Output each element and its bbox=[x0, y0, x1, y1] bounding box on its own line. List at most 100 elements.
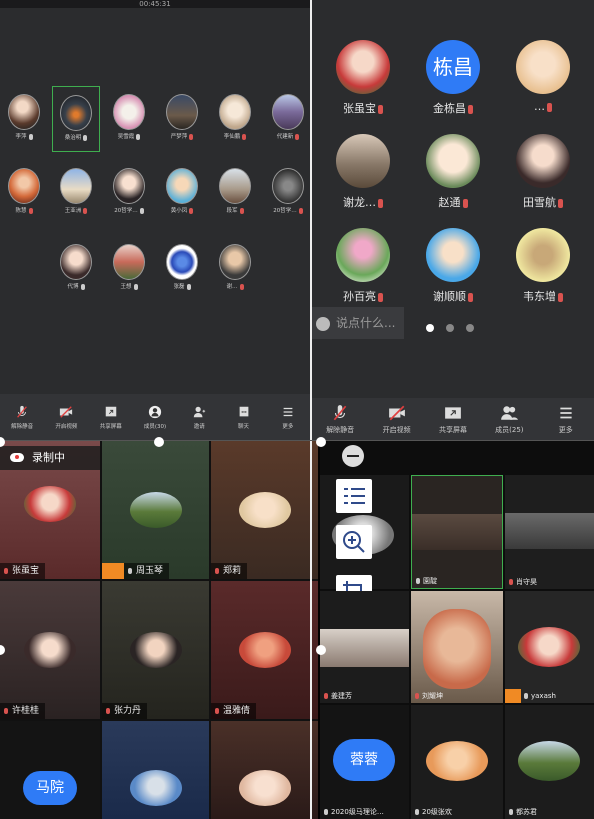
video-tile[interactable]: 张力丹 bbox=[102, 581, 209, 719]
resize-handle[interactable] bbox=[316, 645, 326, 655]
participant-tile[interactable]: 王亚洲 bbox=[52, 168, 100, 214]
video-tile-active[interactable]: 園靛 bbox=[411, 475, 503, 589]
participant-tile[interactable]: 李萍 bbox=[0, 94, 48, 140]
video-feed bbox=[423, 609, 491, 689]
participant-name: 陈慧 bbox=[15, 208, 27, 214]
video-tile[interactable]: 马院 bbox=[0, 721, 100, 819]
video-tile[interactable]: yaxash bbox=[505, 591, 594, 703]
zoom-out-button[interactable] bbox=[342, 445, 364, 467]
toolbar-label: 成员(30) bbox=[143, 423, 167, 430]
participant-tile[interactable]: 栋昌 金栋昌 bbox=[412, 40, 494, 116]
meeting-toolbar: 解除静音 开启视频 共享屏幕 成员(25) 更多 bbox=[312, 398, 594, 440]
more-button[interactable]: 更多 bbox=[543, 404, 589, 435]
page-dot[interactable] bbox=[446, 324, 454, 332]
list-icon bbox=[344, 488, 365, 504]
chat-input[interactable]: 说点什么... bbox=[312, 307, 404, 339]
participant-name: 園靛 bbox=[423, 577, 437, 585]
avatar bbox=[426, 134, 480, 188]
page-dot-active[interactable] bbox=[426, 324, 434, 332]
avatar bbox=[113, 94, 145, 130]
video-tile[interactable]: 周玉琴 bbox=[102, 441, 209, 579]
video-tile[interactable]: 都苏君 bbox=[505, 705, 594, 819]
participant-tile[interactable]: 王想 bbox=[105, 244, 153, 290]
share-screen-button[interactable]: 共享屏幕 bbox=[94, 405, 128, 430]
avatar bbox=[166, 244, 198, 280]
video-tile[interactable]: 刘耀坤 bbox=[411, 591, 503, 703]
video-tile[interactable] bbox=[102, 721, 209, 819]
avatar bbox=[8, 94, 40, 130]
start-video-button[interactable]: 开启视频 bbox=[374, 404, 420, 435]
participant-tile[interactable]: 陈慧 bbox=[0, 168, 48, 214]
participant-tile[interactable]: 田雪航 bbox=[502, 134, 584, 210]
unmute-button[interactable]: 解除静音 bbox=[5, 405, 39, 430]
video-tile[interactable]: 许桂桂 bbox=[0, 581, 100, 719]
participant-name: 张磊 bbox=[173, 284, 185, 290]
chat-button[interactable]: 聊天 bbox=[227, 405, 261, 430]
participant-tile[interactable]: 张虽宝 bbox=[322, 40, 404, 116]
toolbar-label: 更多 bbox=[282, 423, 294, 430]
zoom-in-button[interactable] bbox=[336, 525, 372, 559]
participant-tile[interactable]: 谢龙… bbox=[322, 134, 404, 210]
participant-name: 田雪航 bbox=[523, 196, 556, 209]
avatar: 马院 bbox=[23, 770, 77, 805]
members-button[interactable]: 成员(30) bbox=[138, 405, 172, 430]
participant-tile[interactable]: 韦东增 bbox=[502, 228, 584, 304]
participant-tile[interactable]: … bbox=[502, 40, 584, 113]
start-video-button[interactable]: 开启视频 bbox=[49, 405, 83, 430]
invite-button[interactable]: 邀请 bbox=[182, 405, 216, 430]
participant-tile[interactable]: 张磊 bbox=[158, 244, 206, 290]
members-button[interactable]: 成员(25) bbox=[486, 404, 532, 435]
toolbar-label: 解除静音 bbox=[326, 425, 355, 434]
avatar bbox=[516, 40, 570, 94]
mic-muted-icon bbox=[462, 198, 468, 208]
participant-name: 王亚洲 bbox=[64, 208, 82, 214]
mic-muted-icon bbox=[106, 707, 110, 714]
participant-tile[interactable]: 严梦萍 bbox=[158, 94, 206, 140]
video-tile[interactable]: 温雅倩 bbox=[211, 581, 318, 719]
participant-name: 20级张欢 bbox=[422, 808, 452, 816]
participant-name: 李仙鹏 bbox=[223, 134, 241, 140]
participant-name: 王想 bbox=[120, 284, 132, 290]
participant-tile-active[interactable]: 桑治明 bbox=[52, 86, 100, 152]
video-tile[interactable]: 郑莉 bbox=[211, 441, 318, 579]
participant-name: 代博 bbox=[67, 284, 79, 290]
mic-muted-icon bbox=[189, 133, 194, 140]
video-tile[interactable] bbox=[211, 721, 318, 819]
mic-muted-icon bbox=[331, 404, 349, 422]
participant-tile[interactable]: 代博 bbox=[52, 244, 100, 290]
participant-tile[interactable]: 20哲学… bbox=[264, 168, 310, 214]
participant-name: 桑治明 bbox=[64, 135, 82, 141]
participant-tile[interactable]: 段军 bbox=[211, 168, 259, 214]
participant-tile[interactable]: 吴雪霞 bbox=[105, 94, 153, 140]
share-screen-button[interactable]: 共享屏幕 bbox=[430, 404, 476, 435]
participant-name: 严梦萍 bbox=[170, 134, 188, 140]
avatar bbox=[516, 134, 570, 188]
mic-icon bbox=[324, 809, 328, 815]
video-tile[interactable]: 姜建芳 bbox=[320, 591, 409, 703]
emoji-icon[interactable] bbox=[316, 316, 330, 331]
page-dot[interactable] bbox=[466, 324, 474, 332]
members-icon bbox=[500, 404, 519, 422]
video-tile[interactable]: 20级张欢 bbox=[411, 705, 503, 819]
more-button[interactable]: 更多 bbox=[271, 405, 305, 430]
unmute-button[interactable]: 解除静音 bbox=[317, 404, 363, 435]
participant-name: 20哲学… bbox=[273, 208, 297, 214]
participant-tile[interactable]: 黄小凤 bbox=[158, 168, 206, 214]
participant-tile[interactable]: 谢… bbox=[211, 244, 259, 290]
participant-tile[interactable]: 孙百亮 bbox=[322, 228, 404, 304]
avatar bbox=[238, 492, 291, 528]
avatar bbox=[166, 168, 198, 204]
participant-name: 韦东增 bbox=[523, 290, 556, 303]
video-tile[interactable]: 蓉蓉 2020级马理论… bbox=[320, 705, 409, 819]
avatar bbox=[272, 94, 304, 130]
participant-tile[interactable]: 李仙鹏 bbox=[211, 94, 259, 140]
participant-tile[interactable]: 代建新 bbox=[264, 94, 310, 140]
resize-handle[interactable] bbox=[154, 437, 164, 447]
participant-tile[interactable]: 20哲学… bbox=[105, 168, 153, 214]
resize-handle[interactable] bbox=[316, 437, 326, 447]
recording-badge[interactable]: 录制中 bbox=[0, 446, 100, 470]
participant-tile[interactable]: 谢顺顺 bbox=[412, 228, 494, 304]
annotate-tool-button[interactable] bbox=[336, 479, 372, 513]
participant-tile[interactable]: 赵通 bbox=[412, 134, 494, 210]
video-tile[interactable]: 肖守昊 bbox=[505, 475, 594, 589]
